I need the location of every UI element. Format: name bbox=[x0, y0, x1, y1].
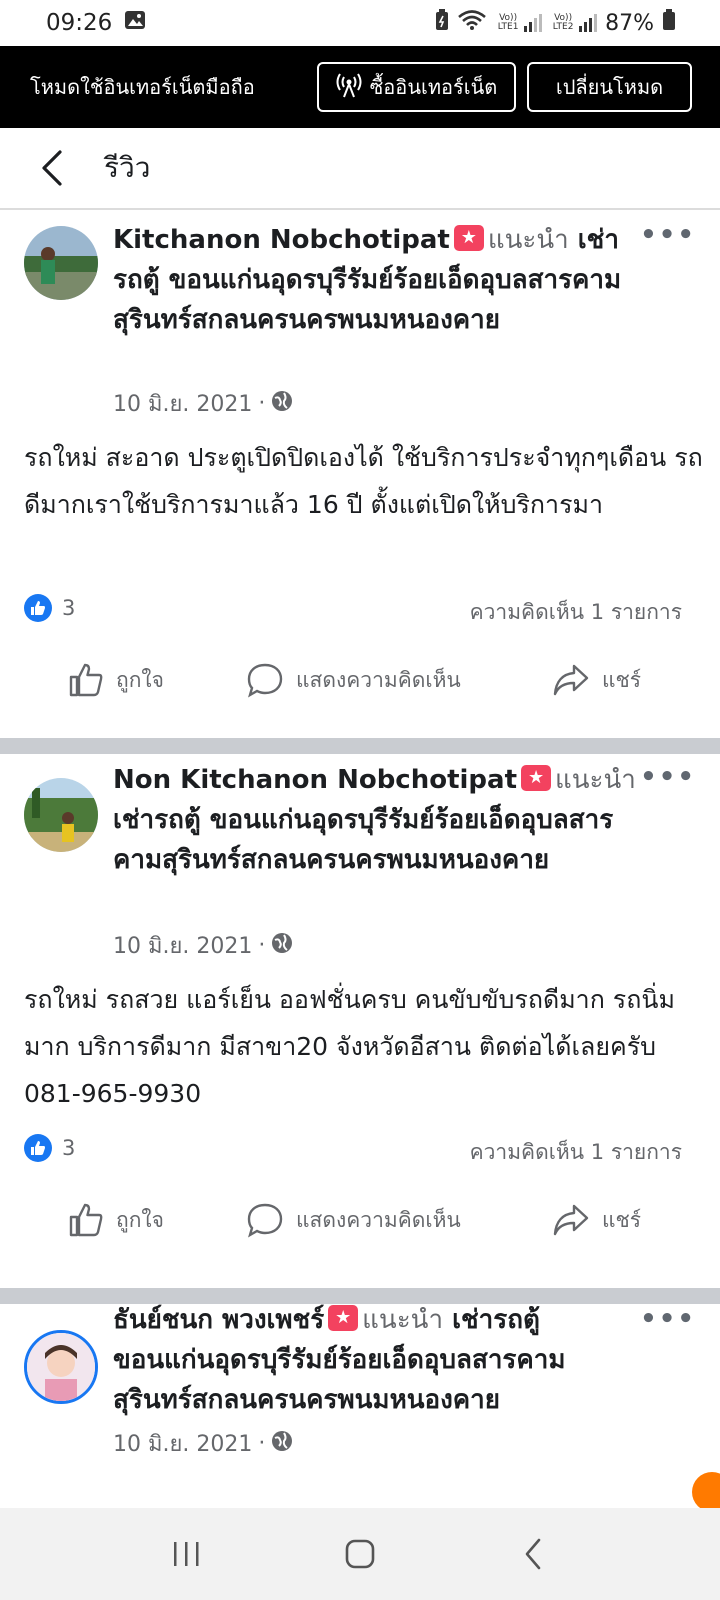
action-bar: ถูกใจ แสดงความคิดเห็น แชร์ bbox=[0, 1190, 720, 1250]
back-button[interactable] bbox=[22, 138, 82, 198]
review-date[interactable]: 10 มิ.ย. 2021 bbox=[113, 386, 252, 421]
review-date[interactable]: 10 มิ.ย. 2021 bbox=[113, 1426, 252, 1461]
home-icon bbox=[345, 1539, 375, 1569]
mode-text: โหมดใช้อินเทอร์เน็ตมือถือ bbox=[30, 75, 255, 99]
review-meta: 10 มิ.ย. 2021 · bbox=[113, 1426, 293, 1461]
gallery-notification-icon bbox=[124, 10, 146, 36]
recommend-icon: ★ bbox=[328, 1305, 359, 1331]
chevron-left-icon bbox=[526, 1538, 541, 1570]
review-text: รถใหม่ รถสวย แอร์เย็น ออฟชั่นครบ คนขับขั… bbox=[24, 985, 675, 1108]
lte2-signal-icon: Vo)) LTE2 bbox=[550, 13, 598, 32]
recommend-label: แนะนำ bbox=[555, 765, 636, 795]
comment-button[interactable]: แสดงความคิดเห็น bbox=[246, 662, 461, 698]
share-button[interactable]: แชร์ bbox=[552, 1203, 641, 1237]
comment-label: แสดงความคิดเห็น bbox=[296, 1207, 461, 1232]
recommend-label: แนะนำ bbox=[487, 225, 569, 255]
globe-icon bbox=[271, 1430, 293, 1458]
review-date[interactable]: 10 มิ.ย. 2021 bbox=[113, 928, 252, 963]
like-reaction-icon bbox=[24, 594, 52, 622]
like-count: 3 bbox=[62, 596, 76, 620]
review-header: Non Kitchanon Nobchotipat ★ แนะนำ เช่ารถตู… bbox=[113, 760, 643, 880]
mobile-data-mode-banner: โหมดใช้อินเทอร์เน็ตมือถือ ซื้ออินเทอร์เน… bbox=[0, 46, 720, 128]
avatar[interactable] bbox=[24, 1330, 98, 1404]
comment-count[interactable]: ความคิดเห็น 1 รายการ bbox=[470, 1136, 682, 1169]
reaction-summary[interactable]: 3 bbox=[24, 594, 75, 622]
page-title: รีวิว bbox=[104, 151, 151, 184]
buy-internet-label: ซื้ออินเทอร์เน็ต bbox=[369, 75, 498, 99]
share-label: แชร์ bbox=[602, 667, 642, 692]
page-header: รีวิว bbox=[0, 128, 720, 210]
page-name[interactable]: เช่ารถตู้ ขอนแก่นอุดรบุรีรัมย์ร้อยเอ็ดอุ… bbox=[113, 805, 613, 875]
share-arrow-icon bbox=[553, 1204, 589, 1236]
system-nav-bar bbox=[0, 1508, 720, 1600]
status-bar: 09:26 Vo)) LTE1 Vo)) LTE2 87% bbox=[0, 0, 720, 46]
share-label: แชร์ bbox=[602, 1207, 642, 1232]
reviewer-name[interactable]: ธันย์ชนก พวงเพชร์ bbox=[113, 1305, 324, 1335]
more-options-button[interactable]: ••• bbox=[640, 1304, 696, 1334]
battery-icon bbox=[662, 9, 676, 37]
thumbs-up-icon bbox=[69, 1203, 103, 1237]
like-label: ถูกใจ bbox=[116, 667, 164, 692]
switch-mode-button[interactable]: เปลี่ยนโหมด bbox=[527, 62, 692, 112]
review-card: ธันย์ชนก พวงเพชร์ ★ แนะนำ เช่ารถตู้ ขอนแก่… bbox=[0, 1304, 720, 1508]
system-back-button[interactable] bbox=[503, 1524, 563, 1584]
comment-bubble-icon bbox=[247, 663, 283, 698]
share-button[interactable]: แชร์ bbox=[552, 663, 641, 697]
more-options-button[interactable]: ••• bbox=[640, 220, 696, 250]
globe-icon bbox=[271, 932, 293, 960]
wifi-icon bbox=[457, 9, 487, 37]
review-text: รถใหม่ สะอาด ประตูเปิดปิดเองได้ ใช้บริกา… bbox=[24, 443, 703, 519]
recommend-icon: ★ bbox=[453, 225, 484, 251]
comment-label: แสดงความคิดเห็น bbox=[296, 667, 461, 692]
review-header: ธันย์ชนก พวงเพชร์ ★ แนะนำ เช่ารถตู้ ขอนแก่… bbox=[113, 1304, 643, 1420]
buy-internet-button[interactable]: ซื้ออินเทอร์เน็ต bbox=[317, 62, 516, 112]
avatar[interactable] bbox=[24, 778, 98, 852]
review-header: Kitchanon Nobchotipat ★ แนะนำ เช่ารถตู้ ขอ… bbox=[113, 220, 643, 340]
reviewer-name[interactable]: Non Kitchanon Nobchotipat bbox=[113, 765, 517, 795]
battery-saver-icon bbox=[435, 9, 449, 37]
review-meta: 10 มิ.ย. 2021 · bbox=[113, 386, 293, 421]
lte1-label: Vo)) LTE1 bbox=[497, 13, 519, 32]
chevron-left-icon bbox=[42, 150, 62, 186]
like-label: ถูกใจ bbox=[116, 1207, 164, 1232]
comment-bubble-icon bbox=[247, 1203, 283, 1238]
lte2-label: Vo)) LTE2 bbox=[552, 13, 574, 32]
card-separator bbox=[0, 1288, 720, 1304]
clock: 09:26 bbox=[46, 10, 113, 36]
like-button[interactable]: ถูกใจ bbox=[68, 1202, 164, 1238]
comment-button[interactable]: แสดงความคิดเห็น bbox=[246, 1202, 461, 1238]
like-button[interactable]: ถูกใจ bbox=[68, 662, 164, 698]
thumbs-up-icon bbox=[69, 663, 103, 697]
like-reaction-icon bbox=[24, 1134, 52, 1162]
review-card: Kitchanon Nobchotipat ★ แนะนำ เช่ารถตู้ ขอ… bbox=[0, 210, 720, 738]
avatar[interactable] bbox=[24, 226, 98, 300]
home-button[interactable] bbox=[330, 1524, 390, 1584]
action-bar: ถูกใจ แสดงความคิดเห็น แชร์ bbox=[0, 650, 720, 710]
card-separator bbox=[0, 738, 720, 754]
recommend-icon: ★ bbox=[521, 765, 552, 791]
share-arrow-icon bbox=[553, 664, 589, 696]
battery-percent: 87% bbox=[605, 10, 654, 36]
recommend-label: แนะนำ bbox=[362, 1305, 444, 1335]
like-count: 3 bbox=[62, 1136, 76, 1160]
reaction-summary[interactable]: 3 bbox=[24, 1134, 75, 1162]
antenna-icon bbox=[336, 72, 362, 103]
comment-count[interactable]: ความคิดเห็น 1 รายการ bbox=[470, 596, 682, 629]
review-card: Non Kitchanon Nobchotipat ★ แนะนำ เช่ารถตู… bbox=[0, 754, 720, 1290]
more-options-button[interactable]: ••• bbox=[640, 762, 696, 792]
recent-apps-button[interactable] bbox=[157, 1524, 217, 1584]
recent-apps-icon bbox=[173, 1542, 199, 1566]
reviewer-name[interactable]: Kitchanon Nobchotipat bbox=[113, 225, 450, 255]
lte1-signal-icon: Vo)) LTE1 bbox=[495, 13, 543, 32]
globe-icon bbox=[271, 390, 293, 418]
review-meta: 10 มิ.ย. 2021 · bbox=[113, 928, 293, 963]
